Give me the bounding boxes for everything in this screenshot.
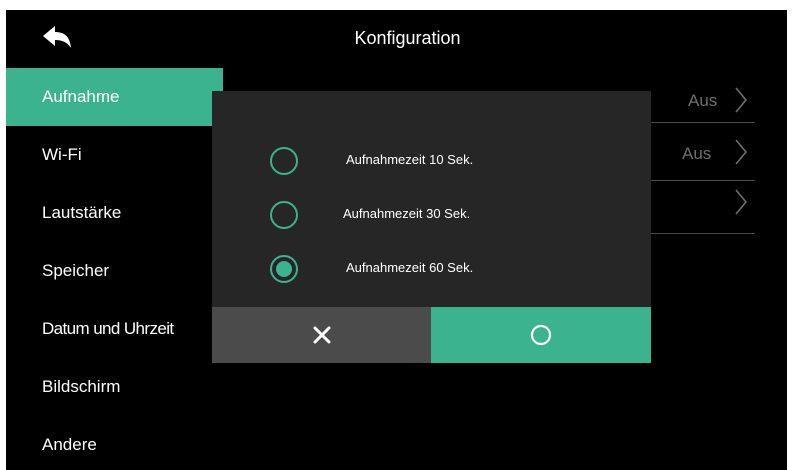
chevron-right-icon bbox=[735, 139, 748, 165]
sidebar-item-andere[interactable]: Andere bbox=[6, 416, 223, 470]
cancel-button[interactable] bbox=[212, 307, 431, 363]
sidebar-item-datum-und-uhrzeit[interactable]: Datum und Uhrzeit bbox=[6, 300, 223, 358]
sidebar-item-aufnahme[interactable]: Aufnahme bbox=[6, 68, 223, 126]
option-60-sec[interactable]: Aufnahmezeit 60 Sek. bbox=[212, 243, 651, 299]
page-title: Konfiguration bbox=[354, 28, 461, 48]
header: Konfiguration bbox=[6, 10, 787, 68]
close-icon bbox=[313, 326, 330, 344]
option-label: Aufnahmezeit 10 Sek. bbox=[346, 152, 474, 167]
sidebar-item-speicher[interactable]: Speicher bbox=[6, 242, 223, 300]
sidebar-item-bildschirm[interactable]: Bildschirm bbox=[6, 358, 223, 416]
option-label: Aufnahmezeit 30 Sek. bbox=[343, 206, 471, 221]
option-label: Aufnahmezeit 60 Sek. bbox=[346, 260, 474, 275]
sidebar-item-lautstaerke[interactable]: Lautstärke bbox=[6, 184, 223, 242]
radio-button[interactable] bbox=[270, 201, 298, 229]
chevron-right-icon bbox=[735, 87, 748, 113]
chevron-right-icon bbox=[735, 189, 748, 215]
sidebar: Aufnahme Wi-Fi Lautstärke Speicher Datum… bbox=[6, 68, 223, 470]
row-value: Aus bbox=[682, 144, 712, 163]
option-10-sec[interactable]: Aufnahmezeit 10 Sek. bbox=[212, 135, 651, 191]
sidebar-item-wifi[interactable]: Wi-Fi bbox=[6, 126, 223, 184]
radio-selected-dot bbox=[276, 261, 292, 277]
screen: Konfiguration Aufnahme Wi-Fi Lautstärke … bbox=[6, 10, 787, 470]
radio-button-selected[interactable] bbox=[270, 255, 298, 283]
circle-confirm-icon bbox=[530, 324, 552, 346]
option-30-sec[interactable]: Aufnahmezeit 30 Sek. bbox=[212, 189, 651, 245]
recording-time-dialog: Aufnahmezeit 10 Sek. Aufnahmezeit 30 Sek… bbox=[212, 91, 651, 363]
row-value: Aus bbox=[688, 91, 718, 110]
dialog-buttons bbox=[212, 307, 651, 363]
radio-button[interactable] bbox=[270, 147, 298, 175]
confirm-button[interactable] bbox=[431, 307, 651, 363]
